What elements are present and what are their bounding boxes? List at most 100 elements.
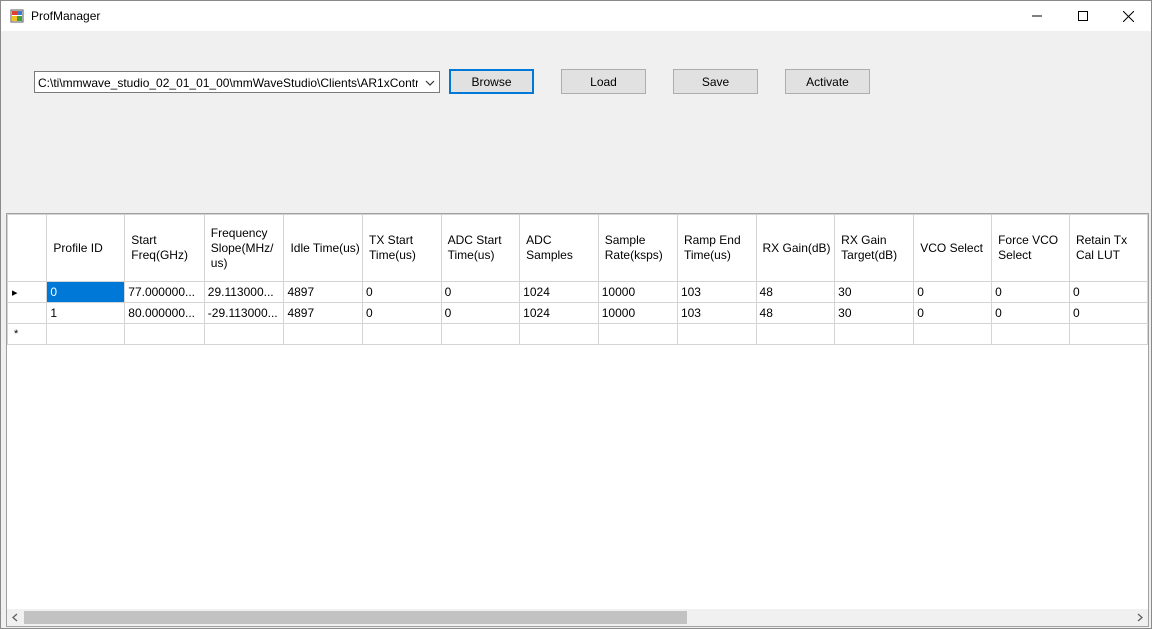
grid-cell[interactable]: 1024 [519, 302, 599, 324]
grid-cell[interactable] [755, 323, 836, 345]
grid-cell[interactable] [362, 323, 442, 345]
grid-cell[interactable]: 10000 [597, 302, 678, 324]
cell-value: 10000 [601, 306, 636, 320]
grid-cell[interactable]: 30 [834, 281, 915, 303]
scroll-right-icon[interactable] [1134, 612, 1145, 623]
column-header[interactable]: Frequency Slope(MHz/ us) [203, 214, 285, 282]
grid-cell[interactable]: 0 [362, 302, 442, 324]
grid-cell[interactable]: 0 [1068, 281, 1148, 303]
cell-value: 0 [444, 306, 452, 320]
cell-value: 103 [680, 285, 701, 299]
scrollbar-thumb[interactable] [24, 611, 687, 624]
grid-cell[interactable] [519, 323, 599, 345]
grid-cell[interactable]: 29.113000... [203, 281, 285, 303]
grid-cell[interactable]: 0 [440, 281, 521, 303]
save-button[interactable]: Save [673, 69, 758, 94]
grid-cell[interactable]: 0 [991, 302, 1070, 324]
grid-cell[interactable] [203, 323, 285, 345]
table-row[interactable]: 1 80.000000... -29.113000... 4897 0 0 1024 1000… [7, 302, 1148, 324]
current-row-icon: ▸ [12, 286, 18, 299]
grid-cell[interactable]: 0 [991, 281, 1070, 303]
grid-cell[interactable]: 48 [755, 302, 836, 324]
column-header[interactable]: ADC Start Time(us) [440, 214, 521, 282]
scroll-left-icon[interactable] [10, 612, 21, 623]
minimize-icon [1032, 15, 1042, 17]
window-title: ProfManager [31, 9, 101, 23]
grid-cell[interactable] [913, 323, 993, 345]
cell-value: 0 [917, 306, 924, 320]
grid-cell[interactable]: -29.113000... [203, 302, 285, 324]
grid-cell[interactable]: 103 [676, 302, 757, 324]
grid-cell[interactable]: 77.000000... [124, 281, 205, 303]
column-header[interactable]: RX Gain Target(dB) [834, 214, 915, 282]
new-row[interactable]: * [7, 323, 1148, 345]
grid-cell[interactable] [597, 323, 678, 345]
title-bar[interactable]: ProfManager [1, 1, 1151, 31]
profile-path-value: C:\ti\mmwave_studio_02_01_01_00\mmWaveSt… [38, 76, 418, 90]
column-header[interactable]: Ramp End Time(us) [676, 214, 757, 282]
cell-value: 0 [917, 285, 924, 299]
grid-cell[interactable]: 0 [1068, 302, 1148, 324]
browse-button[interactable]: Browse [449, 69, 534, 94]
minimize-button[interactable] [1014, 1, 1060, 31]
row-header[interactable]: * [7, 323, 48, 345]
profile-path-dropdown[interactable]: C:\ti\mmwave_studio_02_01_01_00\mmWaveSt… [34, 71, 440, 93]
grid-cell[interactable] [676, 323, 757, 345]
grid-cell[interactable]: 10000 [597, 281, 678, 303]
grid-cell[interactable] [440, 323, 521, 345]
column-header[interactable]: Profile ID [46, 214, 126, 282]
grid-cell[interactable] [124, 323, 205, 345]
grid-cell[interactable] [1068, 323, 1148, 345]
load-button[interactable]: Load [561, 69, 646, 94]
cell-value: 30 [838, 306, 852, 320]
corner-header[interactable] [7, 214, 48, 282]
grid-cell[interactable]: 103 [676, 281, 757, 303]
column-header[interactable]: Sample Rate(ksps) [597, 214, 678, 282]
column-header[interactable]: ADC Samples [519, 214, 599, 282]
grid-cell[interactable] [834, 323, 915, 345]
maximize-button[interactable] [1060, 1, 1106, 31]
grid-cell[interactable]: 1024 [519, 281, 599, 303]
grid-cell[interactable]: 0 [913, 302, 993, 324]
cell-value: 77.000000... [128, 285, 196, 299]
cell-value: 0 [444, 285, 452, 299]
cell-value: 1024 [523, 306, 550, 320]
grid-cell[interactable]: 0 [440, 302, 521, 324]
column-header[interactable]: Start Freq(GHz) [124, 214, 205, 282]
column-header[interactable]: VCO Select [913, 214, 993, 282]
grid-cell[interactable]: 0 [46, 281, 126, 303]
column-header[interactable]: Force VCO Select [991, 214, 1070, 282]
cell-value: 0 [366, 285, 373, 299]
grid-cell[interactable]: 30 [834, 302, 915, 324]
column-header[interactable]: Idle Time(us) [283, 214, 364, 282]
grid-cell[interactable]: 80.000000... [124, 302, 205, 324]
maximize-icon [1078, 11, 1088, 21]
cell-value: 29.113000... [207, 285, 274, 299]
table-row[interactable]: ▸ 0 77.000000... 29.113000... 4897 0 0 1024 1000… [7, 281, 1148, 303]
grid-cell[interactable] [46, 323, 126, 345]
activate-button[interactable]: Activate [785, 69, 870, 94]
horizontal-scrollbar[interactable] [7, 609, 1148, 626]
cell-value: 0 [366, 306, 373, 320]
close-button[interactable] [1105, 1, 1151, 31]
row-header[interactable]: ▸ [7, 281, 48, 303]
profiles-grid[interactable]: Profile ID Start Freq(GHz) Frequency Slo… [6, 213, 1149, 627]
column-header[interactable]: TX Start Time(us) [362, 214, 442, 282]
cell-value: -29.113000... [207, 306, 278, 320]
grid-cell[interactable] [283, 323, 364, 345]
grid-cell[interactable]: 0 [362, 281, 442, 303]
cell-value: 48 [759, 285, 773, 299]
grid-cell[interactable]: 4897 [283, 302, 364, 324]
grid-cell[interactable]: 48 [755, 281, 836, 303]
grid-cell[interactable] [991, 323, 1070, 345]
cell-value: 0 [995, 285, 1002, 299]
cell-value: 0 [1072, 306, 1080, 320]
column-header[interactable]: RX Gain(dB) [755, 214, 836, 282]
column-header[interactable]: Retain Tx Cal LUT [1068, 214, 1148, 282]
chevron-down-icon[interactable] [423, 76, 437, 90]
prof-manager-window: ProfManager C:\ti\mmwave_studio_02_01_01… [0, 0, 1152, 629]
grid-cell[interactable]: 1 [46, 302, 126, 324]
grid-cell[interactable]: 0 [913, 281, 993, 303]
row-header[interactable] [7, 302, 48, 324]
grid-cell[interactable]: 4897 [283, 281, 364, 303]
